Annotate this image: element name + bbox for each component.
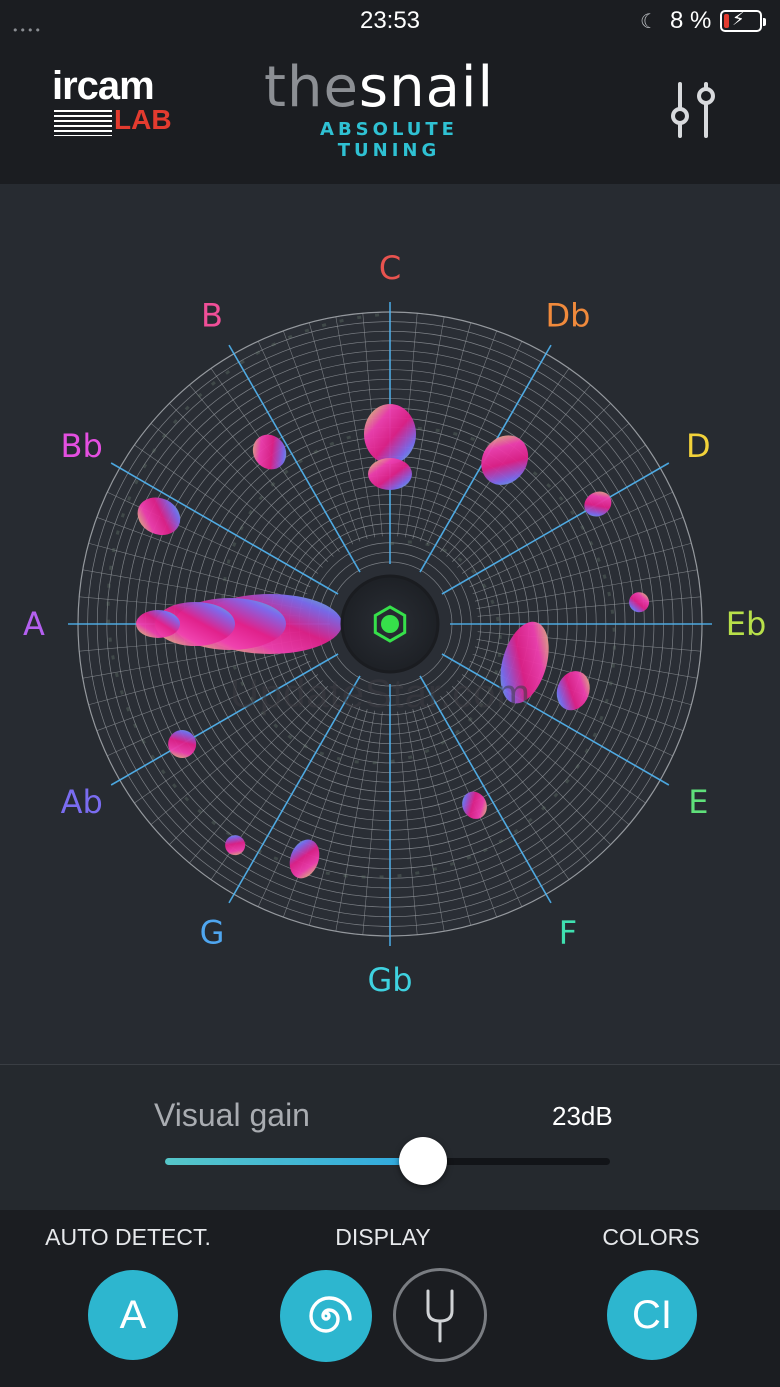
spectral-peak bbox=[136, 610, 180, 638]
visual-gain-panel: Visual gain 23dB bbox=[0, 1064, 780, 1210]
logo-lab-text: LAB bbox=[114, 104, 172, 135]
battery-icon: ⚡ bbox=[720, 9, 766, 32]
note-label-d: D bbox=[686, 427, 711, 465]
note-label-gb: Gb bbox=[367, 961, 412, 999]
colors-label: COLORS bbox=[602, 1224, 700, 1250]
note-label-db: Db bbox=[546, 297, 591, 335]
app-subtitle: ABSOLUTE TUNING bbox=[320, 119, 458, 161]
note-label-b: B bbox=[201, 297, 223, 335]
auto-detect-value: A bbox=[119, 1292, 147, 1337]
logo-stripes bbox=[54, 110, 112, 136]
note-label-e: E bbox=[688, 783, 708, 821]
app-header: ircam LAB thesnail ABSOLUTE TUNING bbox=[0, 42, 780, 184]
moon-icon: ☾ bbox=[640, 9, 658, 33]
spectral-peak bbox=[364, 404, 416, 464]
display-tuner-button[interactable] bbox=[393, 1268, 487, 1362]
slider-thumb[interactable] bbox=[399, 1137, 448, 1185]
note-label-c: C bbox=[379, 249, 401, 287]
colors-button[interactable]: CI bbox=[607, 1270, 697, 1360]
pitch-indicator-dot bbox=[381, 615, 399, 633]
battery-fill bbox=[724, 14, 730, 28]
logo-ircam-text: ircam bbox=[52, 64, 155, 108]
colors-value: CI bbox=[632, 1292, 672, 1337]
slider-fill bbox=[165, 1158, 424, 1165]
snail-spiral-chart[interactable]: C Db D Eb E F Gb G Ab A Bb B bbox=[0, 184, 780, 1064]
watermark: UpdateStar.com bbox=[230, 672, 531, 716]
visual-gain-slider[interactable] bbox=[165, 1137, 610, 1185]
spiral-icon bbox=[309, 1296, 352, 1333]
ircam-lab-logo: ircam LAB bbox=[50, 64, 172, 138]
spectral-peak bbox=[368, 458, 412, 490]
status-time: 23:53 bbox=[359, 7, 421, 34]
title-the: the bbox=[264, 55, 359, 120]
status-bar: •••• 23:53 ☾ 8 % ⚡ bbox=[0, 0, 780, 42]
visual-gain-value: 23dB bbox=[552, 1101, 613, 1131]
charging-bolt-icon: ⚡ bbox=[732, 9, 745, 30]
battery-percent: 8 % bbox=[670, 7, 712, 34]
tuning-fork-icon bbox=[426, 1289, 454, 1343]
note-label-bb: Bb bbox=[61, 427, 103, 465]
auto-detect-label: AUTO DETECT. bbox=[45, 1224, 211, 1250]
visual-gain-label: Visual gain bbox=[154, 1097, 310, 1133]
display-spiral-button[interactable] bbox=[280, 1270, 372, 1362]
note-label-f: F bbox=[559, 913, 577, 951]
bottom-controls: AUTO DETECT. DISPLAY COLORS A CI bbox=[0, 1210, 780, 1387]
note-label-g: G bbox=[200, 913, 225, 951]
snail-display[interactable]: C Db D Eb E F Gb G Ab A Bb B UpdateStar.com bbox=[0, 184, 780, 1064]
sliders-icon[interactable] bbox=[668, 82, 720, 138]
app-title: thesnail bbox=[264, 58, 514, 118]
note-label-eb: Eb bbox=[726, 605, 767, 643]
auto-detect-button[interactable]: A bbox=[88, 1270, 178, 1360]
display-label: DISPLAY bbox=[335, 1224, 431, 1250]
note-label-ab: Ab bbox=[61, 783, 103, 821]
title-snail: snail bbox=[358, 55, 495, 120]
note-label-a: A bbox=[23, 605, 45, 643]
